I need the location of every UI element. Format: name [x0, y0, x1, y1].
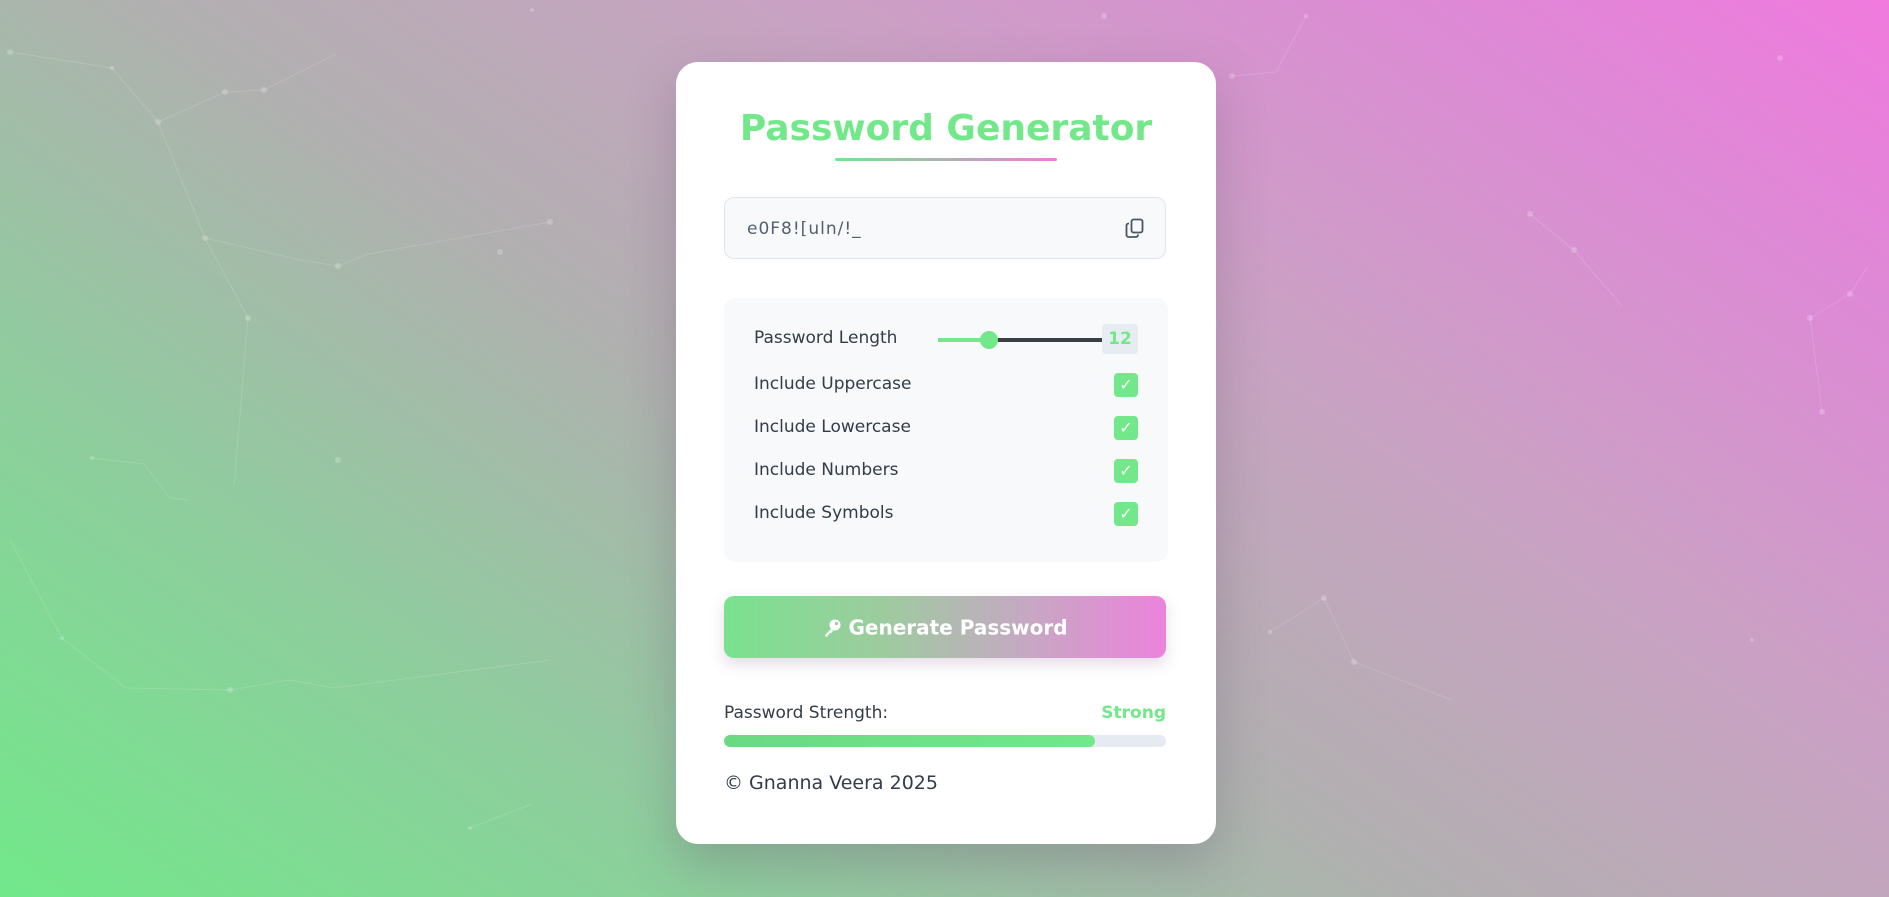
password-output-field[interactable]: e0F8![uln/!_: [724, 197, 1166, 259]
strength-value: Strong: [1101, 703, 1166, 723]
option-numbers-row: Include Numbers ✓: [754, 456, 1138, 486]
uppercase-checkbox[interactable]: ✓: [1114, 373, 1138, 397]
option-symbols-label: Include Symbols: [754, 503, 894, 523]
password-value[interactable]: e0F8![uln/!_: [747, 219, 862, 239]
password-generator-card: Password Generator e0F8![uln/!_ Password…: [676, 62, 1216, 844]
option-lowercase-row: Include Lowercase ✓: [754, 413, 1138, 443]
symbols-checkbox[interactable]: ✓: [1114, 502, 1138, 526]
title-underline: [835, 158, 1057, 161]
length-slider[interactable]: [938, 331, 1118, 349]
length-value: 12: [1102, 324, 1138, 354]
options-panel: Password Length 12 Include Uppercase ✓ I…: [724, 298, 1168, 562]
length-slider-thumb[interactable]: [980, 331, 999, 349]
option-symbols-row: Include Symbols ✓: [754, 499, 1138, 529]
lowercase-checkbox[interactable]: ✓: [1114, 416, 1138, 440]
option-numbers-label: Include Numbers: [754, 460, 899, 480]
option-uppercase-label: Include Uppercase: [754, 374, 912, 394]
copy-icon[interactable]: [1123, 216, 1147, 240]
generate-button-label: Generate Password: [848, 615, 1068, 640]
footer-copyright: © Gnanna Veera 2025: [724, 772, 938, 794]
strength-label: Password Strength:: [724, 703, 889, 723]
numbers-checkbox[interactable]: ✓: [1114, 459, 1138, 483]
length-row: Password Length 12: [754, 324, 1138, 354]
page-title: Password Generator: [739, 108, 1153, 149]
option-uppercase-row: Include Uppercase ✓: [754, 370, 1138, 400]
option-lowercase-label: Include Lowercase: [754, 417, 911, 437]
strength-meter: [724, 735, 1166, 747]
length-label: Password Length: [754, 328, 898, 348]
key-icon: [822, 618, 842, 638]
generate-password-button[interactable]: Generate Password: [724, 596, 1166, 658]
strength-meter-fill: [724, 735, 1096, 747]
